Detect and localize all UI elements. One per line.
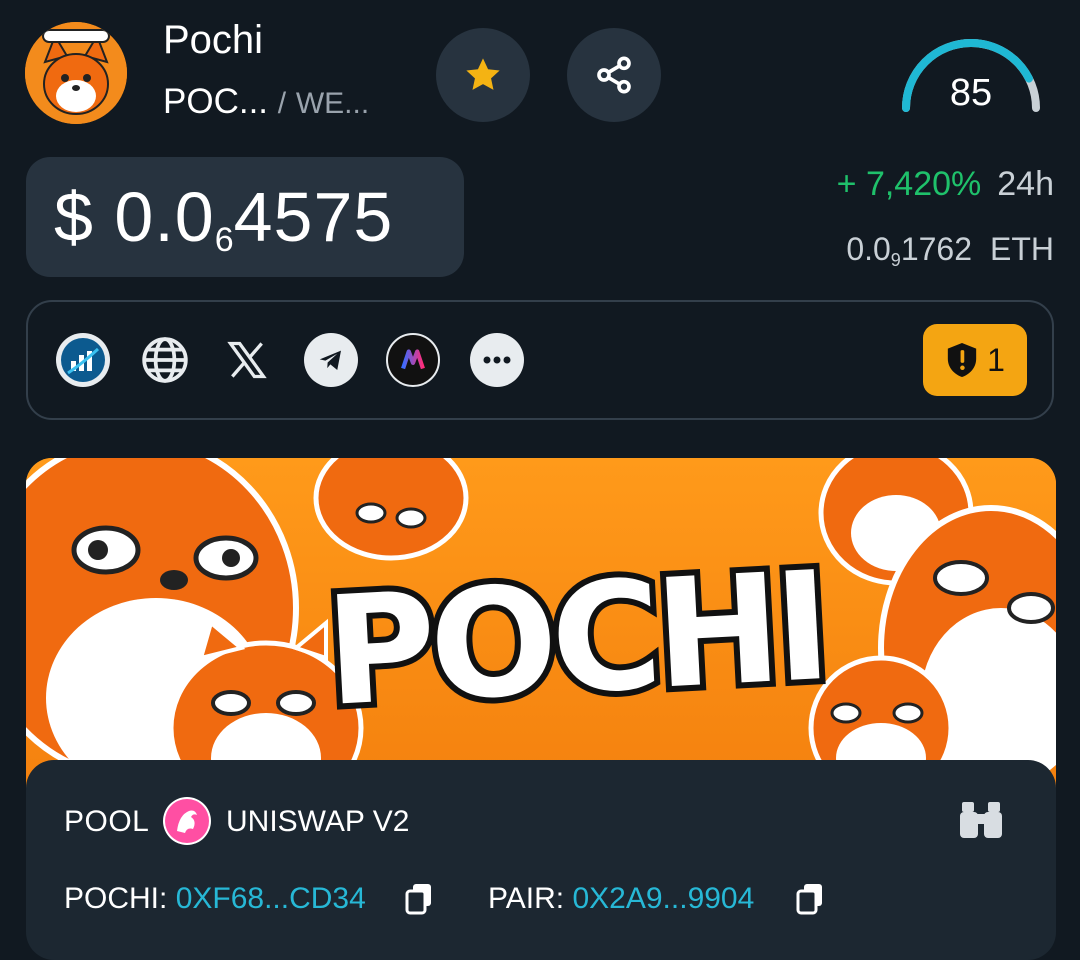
- score-value: 85: [949, 72, 993, 114]
- copy-token-address-icon[interactable]: [404, 882, 434, 921]
- app-icon[interactable]: [386, 333, 440, 387]
- uniswap-icon: [163, 797, 211, 845]
- eth-prefix: 0.0: [846, 231, 891, 267]
- pair-separator: /: [277, 87, 287, 120]
- price-prefix: 0.0: [114, 178, 215, 256]
- token-pair: POC... / WE...: [163, 82, 369, 122]
- token-address-label: POCHI:: [64, 882, 168, 915]
- security-badge[interactable]: 1: [923, 324, 1027, 396]
- eth-unit: ETH: [990, 231, 1054, 267]
- banner-logo-text: POCHI: [316, 534, 835, 746]
- share-icon: [597, 56, 631, 94]
- dextools-icon[interactable]: [56, 333, 110, 387]
- globe-icon[interactable]: [138, 333, 192, 387]
- star-icon: [466, 58, 500, 90]
- binoculars-icon[interactable]: [958, 800, 1004, 845]
- more-icon[interactable]: [470, 333, 524, 387]
- price-change: + 7,420% 24h: [837, 165, 1054, 204]
- pair-address: PAIR: 0X2A9...9904: [488, 882, 754, 916]
- x-icon[interactable]: [220, 333, 274, 387]
- telegram-icon[interactable]: [304, 333, 358, 387]
- pair-address-label: PAIR:: [488, 882, 565, 915]
- copy-pair-address-icon[interactable]: [795, 882, 825, 921]
- eth-digits: 1762: [900, 231, 972, 267]
- token-avatar: [25, 22, 127, 124]
- change-percent: + 7,420%: [836, 165, 982, 203]
- price-digits: 4575: [233, 178, 394, 256]
- price-zero-count: 6: [214, 221, 234, 259]
- favorite-button[interactable]: [436, 28, 530, 122]
- shield-icon: [947, 343, 977, 377]
- price-currency: $: [54, 178, 94, 256]
- share-button[interactable]: [567, 28, 661, 122]
- pool-card: [26, 760, 1056, 960]
- price-eth: 0.091762 ETH: [846, 231, 1054, 271]
- security-count: 1: [987, 341, 1005, 378]
- dex-name: UNISWAP V2: [226, 805, 410, 838]
- pair-address-value[interactable]: 0X2A9...9904: [572, 882, 754, 915]
- eth-zero-count: 9: [890, 250, 901, 270]
- change-period: 24h: [997, 165, 1054, 203]
- token-address-value[interactable]: 0XF68...CD34: [176, 882, 366, 915]
- price-usd: $ 0.064575: [54, 177, 393, 260]
- token-address: POCHI: 0XF68...CD34: [64, 882, 366, 916]
- token-name: Pochi: [163, 18, 264, 62]
- token-symbol: POC...: [163, 82, 269, 121]
- pool-label: POOL: [64, 805, 150, 838]
- pair-symbol: WE...: [295, 87, 370, 120]
